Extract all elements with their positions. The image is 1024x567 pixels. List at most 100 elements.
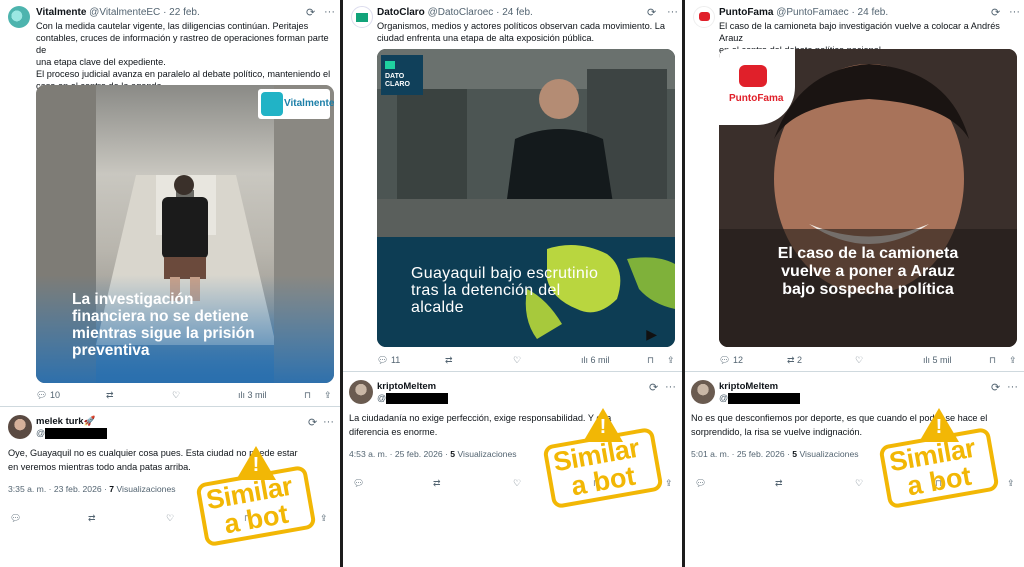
reply-author-name[interactable]: melek turk🚀 [36,416,95,427]
redaction-bar [386,393,449,405]
tweet-media-image[interactable]: Vitalmente La investigación financiera n… [36,85,334,383]
tweet-panel-datoclaro: DatoClaro @DatoClaroec · 24 feb. ⟳ ··· O… [343,0,682,567]
reply-icon[interactable]: 💬︎ [10,513,21,524]
media-caption: La investigación financiera no se detien… [72,291,255,359]
views-button[interactable]: ılı 5 mil [923,355,952,365]
reply-author-name[interactable]: kriptoMeltem [377,381,436,392]
tweet-date[interactable]: · 24 feb. [851,7,888,18]
like-icon[interactable]: ♡ [166,513,174,524]
author-name[interactable]: DatoClaro [377,7,425,18]
grok-icon[interactable]: ⟳ [306,6,315,19]
share-icon[interactable]: ⇪ [1009,355,1017,366]
more-icon[interactable]: ··· [324,6,335,18]
tweet-line: Organismos, medios y actores políticos o… [377,21,666,31]
reply-meta: 4:53 a. m. · 25 feb. 2026 · 5 Visualizac… [349,449,517,459]
bookmark-icon[interactable]: ⊓ [989,355,996,366]
grok-icon[interactable]: ⟳ [991,381,1000,394]
divider [0,406,340,407]
redaction-bar [728,393,801,405]
like-icon[interactable]: ♡ [855,478,863,489]
author-handle[interactable]: @DatoClaroec [428,7,494,18]
tweet-header: DatoClaro @DatoClaroec · 24 feb. ⟳ ··· [377,6,682,21]
more-icon[interactable]: ··· [1009,6,1020,18]
tweet-line: Con la medida cautelar vigente, las dili… [36,21,309,31]
avatar[interactable] [351,6,373,28]
more-icon[interactable]: ··· [667,6,678,18]
retweet-icon[interactable]: ⇄ [445,355,453,366]
tweet-actions: 💬︎ 10 ⇄ ♡ ılı 3 mil ⊓ ⇪ [36,390,336,404]
play-icon: ▶ [646,326,657,342]
reply-button[interactable]: 💬︎ 12 [719,355,743,366]
tweet-line: contables, cruces de información y rastr… [36,33,329,55]
reply-author-handle[interactable]: @ [36,428,108,440]
media-caption: El caso de la camioneta vuelve a poner a… [777,245,959,298]
retweet-button[interactable]: ⇄ 2 [787,355,802,366]
bookmark-icon[interactable]: ⊓ [304,390,311,401]
author-handle[interactable]: @PuntoFamaec [776,7,848,18]
grok-icon[interactable]: ⟳ [308,416,317,429]
tweet-actions: 💬︎ 12 ⇄ 2 ♡ ılı 5 mil ⊓ ⇪ [719,355,1019,369]
avatar[interactable] [8,6,30,28]
tweet-header: Vitalmente @VitalmenteEC · 22 feb. ⟳ ··· [36,6,340,21]
share-icon[interactable]: ⇪ [324,390,332,401]
similar-a-bot-stamp: ! Similar a bot [192,446,320,548]
retweet-icon[interactable]: ⇄ [106,390,114,401]
puntofama-logo: PuntoFama [719,49,795,125]
tweet-panel-vitalmente: Vitalmente @VitalmenteEC · 22 feb. ⟳ ···… [0,0,340,567]
reply-button[interactable]: 💬︎ 10 [36,390,60,401]
like-icon[interactable]: ♡ [513,478,521,489]
avatar[interactable] [8,415,32,439]
divider [343,371,682,372]
share-icon[interactable]: ⇪ [320,513,328,524]
more-icon[interactable]: ··· [1007,381,1018,393]
reply-button[interactable]: 💬︎ 11 [377,355,400,366]
reply-author-handle[interactable]: @ [719,393,801,405]
like-icon[interactable]: ♡ [513,355,521,366]
tweet-line: ciudad enfrenta una etapa de alta exposi… [377,33,595,43]
reply-meta: 3:35 a. m. · 23 feb. 2026 · 7 Visualizac… [8,484,176,494]
more-icon[interactable]: ··· [665,381,676,393]
retweet-icon[interactable]: ⇄ [433,478,441,489]
tweet-panel-puntofama: PuntoFama @PuntoFamaec · 24 feb. ⟳ ··· E… [685,0,1024,567]
views-button[interactable]: ılı 6 mil [581,355,610,365]
share-icon[interactable]: ⇪ [1007,478,1015,489]
reply-icon[interactable]: 💬︎ [353,478,364,489]
tweet-line: El caso de la camioneta bajo investigaci… [719,21,1000,43]
tweet-text: Organismos, medios y actores políticos o… [377,20,677,44]
similar-a-bot-stamp: ! Similar a bot [875,408,1003,510]
author-name[interactable]: Vitalmente [36,7,86,18]
tweet-header: PuntoFama @PuntoFamaec · 24 feb. ⟳ ··· [719,6,1024,21]
tweet-line: una etapa clave del expediente. [36,57,166,67]
reply-author-handle[interactable]: @ [377,393,449,405]
datoclaro-logo: DATO CLARO [381,55,423,95]
avatar[interactable] [693,6,715,28]
tweet-media-image[interactable]: PuntoFama El caso de la camioneta vuelve… [719,49,1017,347]
retweet-icon[interactable]: ⇄ [88,513,96,524]
reply-icon[interactable]: 💬︎ [695,478,706,489]
like-icon[interactable]: ♡ [855,355,863,366]
media-caption: Guayaquil bajo escrutinio tras la detenc… [411,265,599,316]
reply-meta: 5:01 a. m. · 25 feb. 2026 · 5 Visualizac… [691,449,859,459]
redaction-bar [45,428,108,440]
tweet-date[interactable]: · 22 feb. [163,7,200,18]
grok-icon[interactable]: ⟳ [991,6,1000,19]
divider [685,371,1024,372]
grok-icon[interactable]: ⟳ [649,381,658,394]
like-icon[interactable]: ♡ [172,390,180,401]
avatar[interactable] [691,380,715,404]
author-name[interactable]: PuntoFama [719,7,773,18]
grok-icon[interactable]: ⟳ [647,6,656,19]
tweet-text: Con la medida cautelar vigente, las dili… [36,20,336,92]
author-handle[interactable]: @VitalmenteEC [89,7,160,18]
tweet-date[interactable]: · 24 feb. [496,7,533,18]
share-icon[interactable]: ⇪ [667,355,675,366]
reply-author-name[interactable]: kriptoMeltem [719,381,778,392]
vitalmente-logo: Vitalmente [258,89,334,119]
more-icon[interactable]: ··· [323,416,334,428]
views-button[interactable]: ılı 3 mil [238,390,267,400]
tweet-media-image[interactable]: DATO CLARO Guayaquil bajo escrutinio tra… [377,49,675,347]
bookmark-icon[interactable]: ⊓ [647,355,654,366]
retweet-icon[interactable]: ⇄ [775,478,783,489]
tweet-line: El proceso judicial avanza en paralelo a… [36,69,331,79]
avatar[interactable] [349,380,373,404]
